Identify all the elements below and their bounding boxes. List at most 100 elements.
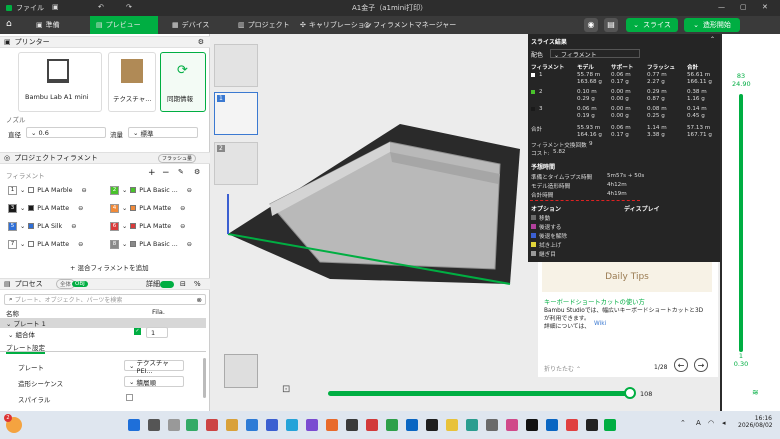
app-icon[interactable] (326, 419, 338, 431)
app-icon[interactable] (306, 419, 318, 431)
sequence-select[interactable]: ⌄ 積層順 (124, 376, 184, 387)
clock[interactable]: 16:16 2026/08/02 (738, 415, 773, 429)
diameter-select[interactable]: ⌄ 0.6 (26, 127, 106, 138)
save-icon[interactable]: ▣ (52, 3, 59, 11)
flow-select[interactable]: ⌄ 標準 (128, 127, 198, 138)
assembly-filament-value[interactable]: 1 (146, 327, 168, 338)
filament-row[interactable]: 5 ⌄ PLA Silk ⊖ (8, 220, 76, 232)
remove-filament-icon[interactable]: ⊖ (78, 241, 83, 248)
remove-filament-icon[interactable]: ⊖ (71, 223, 76, 230)
remove-filament-icon[interactable]: ⊖ (187, 187, 192, 194)
layer-slider-track[interactable] (739, 94, 743, 352)
task-view-icon[interactable] (168, 419, 180, 431)
redo-icon[interactable]: ↷ (126, 3, 132, 11)
tray-chevron-icon[interactable]: ⌃ (680, 419, 686, 427)
remove-filament-icon[interactable]: ⊖ (78, 205, 83, 212)
add-icon[interactable]: + (148, 168, 156, 178)
filament-row[interactable]: 4 ⌄ PLA Matte ⊖ (110, 202, 185, 214)
app-icon[interactable] (466, 419, 478, 431)
layers-icon[interactable]: ≋ (752, 388, 759, 397)
wifi-icon[interactable]: ◠ (708, 419, 714, 427)
tab-project[interactable]: ▥ プロジェクト (232, 16, 296, 34)
app-icon[interactable] (426, 419, 438, 431)
app-icon[interactable] (346, 419, 358, 431)
visible-checkbox[interactable]: ✓ (134, 328, 141, 335)
plate-thumb-3[interactable]: 2 (214, 142, 258, 185)
assembly-row[interactable]: ⌄ 組合体 (8, 329, 35, 339)
clear-icon[interactable]: ⊗ (197, 296, 202, 304)
horizontal-slider-thumb[interactable] (624, 387, 636, 399)
chevron-down-icon[interactable]: ⌄ (122, 205, 127, 212)
remove-filament-icon[interactable]: ⊖ (180, 223, 185, 230)
filament-row[interactable]: 2 ⌄ PLA Basic ... ⊖ (110, 184, 192, 196)
tab-device[interactable]: ▦ デバイス (166, 16, 215, 34)
chevron-down-icon[interactable]: ⌄ (122, 241, 127, 248)
app-icon[interactable] (586, 419, 598, 431)
collapse-link[interactable]: 折りたたむ ⌃ (544, 364, 581, 373)
tab-plate-settings[interactable]: プレート設定 (6, 342, 45, 354)
sync-button[interactable]: ⟳ 同期情報 (160, 52, 206, 112)
app-icon[interactable] (486, 419, 498, 431)
app-icon[interactable] (286, 419, 298, 431)
minimize-button[interactable]: — (718, 3, 725, 11)
color-scheme-select[interactable]: ⌄ フィラメント (550, 49, 640, 59)
menu-file[interactable]: ファイル (16, 3, 44, 13)
compare-icon[interactable]: ⊟ (180, 280, 186, 288)
maximize-button[interactable]: ▢ (740, 3, 747, 11)
zoom-fit-icon[interactable]: ⊡ (282, 384, 290, 395)
prev-tip-button[interactable]: ← (674, 358, 688, 372)
home-icon[interactable]: ⌂ (6, 19, 12, 29)
chevron-down-icon[interactable]: ⌄ (122, 187, 127, 194)
app-icon[interactable] (206, 419, 218, 431)
widgets-icon[interactable]: 2 (4, 414, 22, 433)
settings-icon[interactable]: ⚙ (194, 168, 200, 176)
chevron-down-icon[interactable]: ⌄ (20, 241, 25, 248)
filament-row[interactable]: 6 ⌄ PLA Matte ⊖ (110, 220, 185, 232)
tab-prepare[interactable]: ▣ 準備 (30, 16, 66, 34)
plate-card[interactable]: テクスチャ... (108, 52, 156, 112)
spiral-checkbox[interactable] (126, 394, 133, 401)
next-tip-button[interactable]: → (694, 358, 708, 372)
chevron-down-icon[interactable]: ⌄ (20, 205, 25, 212)
tab-preview[interactable]: ▤ プレビュー (90, 16, 158, 34)
app-icon[interactable] (546, 419, 558, 431)
layers-icon[interactable]: ▤ (604, 18, 618, 32)
add-mixed-filament-button[interactable]: + 混合フィラメントを追加 (70, 262, 149, 272)
x-icon[interactable] (526, 419, 538, 431)
horizontal-slider[interactable] (328, 391, 628, 396)
remove-filament-icon[interactable]: ⊖ (187, 241, 192, 248)
chevron-down-icon[interactable]: ⌄ (20, 223, 25, 230)
app-icon[interactable] (266, 419, 278, 431)
undo-icon[interactable]: ↶ (98, 3, 104, 11)
filament-row[interactable]: 7 ⌄ PLA Matte ⊖ (8, 238, 83, 250)
language-indicator[interactable]: A (696, 419, 701, 427)
collapse-icon[interactable]: ⌃ (710, 36, 715, 43)
plate-select[interactable]: ⌄ テクスチャ PEI... (124, 359, 184, 375)
percent-icon[interactable]: % (194, 280, 201, 288)
app-icon[interactable] (446, 419, 458, 431)
remove-filament-icon[interactable]: ⊖ (180, 205, 185, 212)
printer-card[interactable]: Bambu Lab A1 mini (18, 52, 102, 112)
plate-row[interactable]: ⌄ プレート 1 (0, 318, 206, 328)
chevron-down-icon[interactable]: ⌄ (20, 187, 25, 194)
view-cube[interactable] (224, 354, 258, 388)
volume-icon[interactable]: ◂ (722, 419, 726, 427)
start-icon[interactable] (128, 419, 140, 431)
edge-icon[interactable] (246, 419, 258, 431)
app-icon[interactable] (386, 419, 398, 431)
plate-thumb-2[interactable]: 1 (214, 92, 258, 135)
app-icon[interactable] (506, 419, 518, 431)
remove-filament-icon[interactable]: ⊖ (82, 187, 87, 194)
app-icon[interactable] (406, 419, 418, 431)
print-button[interactable]: ⌄ 造形開始 (684, 18, 740, 32)
chevron-down-icon[interactable]: ⌄ (122, 223, 127, 230)
bambu-studio-icon[interactable] (604, 419, 616, 431)
app-icon[interactable] (366, 419, 378, 431)
folder-icon[interactable] (226, 419, 238, 431)
search-input[interactable]: ⌕ プレート、オブジェクト、パーツを検索 ⊗ (4, 294, 206, 305)
remove-icon[interactable]: − (162, 168, 170, 178)
close-button[interactable]: ✕ (762, 3, 768, 11)
app-icon[interactable] (566, 419, 578, 431)
flush-volume-badge[interactable]: フラッシュ量 (157, 153, 196, 163)
tips-wiki-link[interactable]: Wiki (594, 321, 606, 327)
